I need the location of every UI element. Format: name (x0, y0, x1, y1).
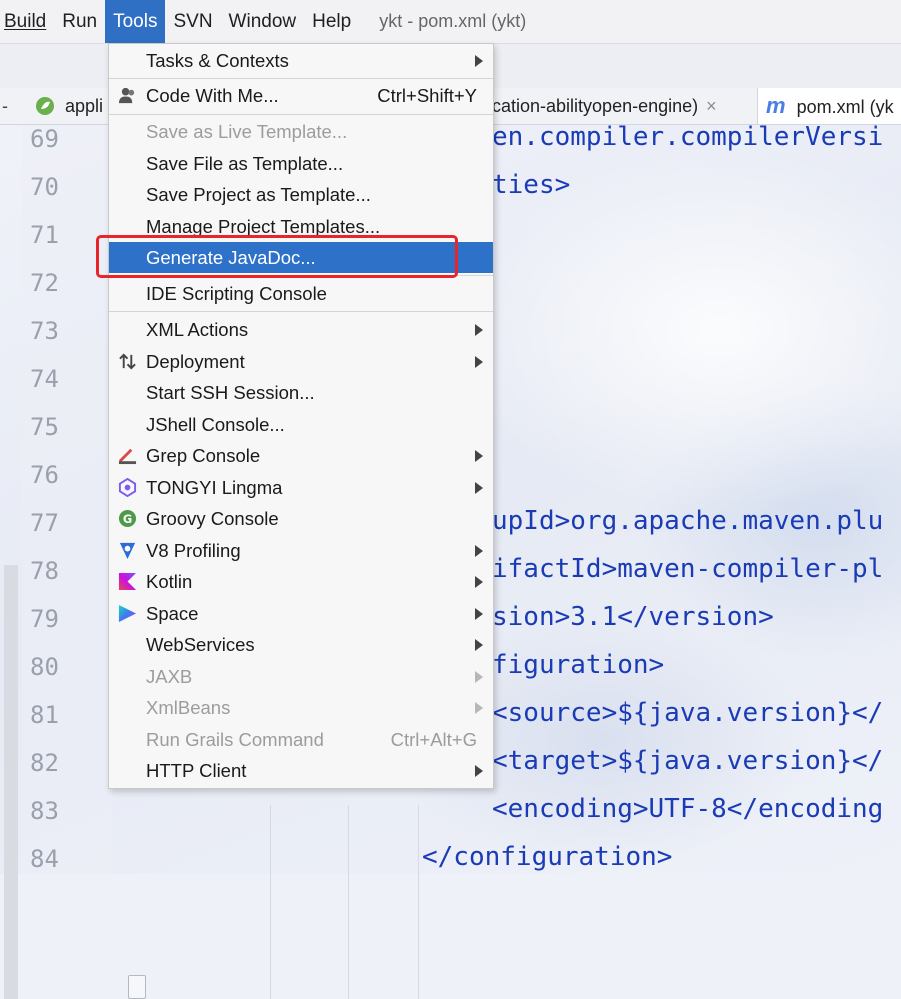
line-number: 84 (30, 845, 59, 873)
line-number: 69 (30, 125, 59, 153)
menu-item-space[interactable]: Space (109, 598, 493, 629)
spring-leaf-icon (36, 97, 54, 115)
line-number: 73 (30, 317, 59, 345)
menu-item-grep-console[interactable]: Grep Console (109, 440, 493, 471)
menu-item-deployment[interactable]: Deployment (109, 346, 493, 377)
menu-item-code-with-me[interactable]: Code With Me... Ctrl+Shift+Y (109, 80, 493, 111)
submenu-arrow-icon (475, 671, 483, 683)
code-line-81: <source>${java.version}</ (492, 698, 884, 728)
line-number: 79 (30, 605, 59, 633)
menu-item-xml-actions[interactable]: XML Actions (109, 314, 493, 345)
submenu-arrow-icon (475, 765, 483, 777)
users-icon (118, 87, 135, 104)
code-line-78: ifactId>maven-compiler-pl (492, 554, 884, 584)
close-icon[interactable]: × (706, 96, 717, 116)
grep-console-icon (118, 448, 137, 465)
line-number: 83 (30, 797, 59, 825)
menu-item-jaxb[interactable]: JAXB (109, 661, 493, 692)
menu-window[interactable]: Window (221, 0, 305, 43)
lingma-icon (118, 478, 137, 497)
tab-bar-collapse-button[interactable]: - (2, 88, 8, 124)
menu-item-v8-profiling[interactable]: V8 Profiling (109, 535, 493, 566)
menu-item-jshell-console[interactable]: JShell Console... (109, 409, 493, 440)
line-number: 76 (30, 461, 59, 489)
code-line-82: <target>${java.version}</ (492, 746, 884, 776)
menu-item-start-ssh[interactable]: Start SSH Session... (109, 377, 493, 408)
menu-item-webservices[interactable]: WebServices (109, 629, 493, 660)
menu-separator (109, 311, 493, 312)
code-line-70: ties> (492, 170, 571, 200)
tab-engine[interactable]: cation-abilityopen-engine) × (492, 88, 717, 124)
line-number: 75 (30, 413, 59, 441)
code-line-83: <encoding>UTF-8</encoding (492, 794, 884, 824)
menu-separator (109, 114, 493, 115)
menu-item-run-grails[interactable]: Run Grails Command Ctrl+Alt+G (109, 724, 493, 755)
tab-application[interactable]: appli (34, 88, 103, 124)
submenu-arrow-icon (475, 55, 483, 67)
menu-item-ide-scripting-console[interactable]: IDE Scripting Console (109, 278, 493, 309)
menu-tools[interactable]: Tools (105, 0, 166, 43)
code-line-69: en.compiler.compilerVersi (492, 122, 884, 152)
indent-guide (418, 805, 419, 999)
code-line-80: figuration> (492, 650, 665, 680)
v8-icon (119, 542, 136, 560)
line-number: 80 (30, 653, 59, 681)
indent-guide (270, 805, 271, 999)
tab-label: appli (65, 96, 104, 116)
red-highlight-box (96, 235, 458, 278)
menu-item-tasks-contexts[interactable]: Tasks & Contexts (109, 45, 493, 76)
menu-item-xmlbeans[interactable]: XmlBeans (109, 692, 493, 723)
line-number: 70 (30, 173, 59, 201)
submenu-arrow-icon (475, 450, 483, 462)
menu-bar: Build Run Tools SVN Window Help ykt - po… (0, 0, 901, 44)
submenu-arrow-icon (475, 576, 483, 588)
menu-separator (109, 78, 493, 79)
code-line-79: sion>3.1</version> (492, 602, 774, 632)
menu-item-save-file-template[interactable]: Save File as Template... (109, 148, 493, 179)
menu-item-http-client[interactable]: HTTP Client (109, 755, 493, 786)
deployment-arrows-icon (119, 353, 136, 370)
line-number: 74 (30, 365, 59, 393)
submenu-arrow-icon (475, 639, 483, 651)
line-number: 78 (30, 557, 59, 585)
menu-run[interactable]: Run (54, 0, 105, 43)
submenu-arrow-icon (475, 545, 483, 557)
left-tool-strip (4, 565, 18, 999)
submenu-arrow-icon (475, 702, 483, 714)
line-number: 82 (30, 749, 59, 777)
menu-help[interactable]: Help (304, 0, 359, 43)
submenu-arrow-icon (475, 324, 483, 336)
tab-label: cation-abilityopen-engine) (492, 96, 699, 116)
menu-build[interactable]: Build (0, 0, 54, 43)
menu-item-save-project-template[interactable]: Save Project as Template... (109, 179, 493, 210)
menu-item-save-live-template[interactable]: Save as Live Template... (109, 116, 493, 147)
code-line-77: upId>org.apache.maven.plu (492, 506, 884, 536)
submenu-arrow-icon (475, 608, 483, 620)
indent-guide (348, 805, 349, 999)
menu-item-groovy-console[interactable]: G Groovy Console (109, 503, 493, 534)
line-number: 72 (30, 269, 59, 297)
code-line-84: </configuration> (422, 842, 673, 872)
menu-item-tongyi-lingma[interactable]: TONGYI Lingma (109, 472, 493, 503)
fold-marker-icon[interactable] (128, 975, 146, 999)
maven-icon: m (766, 93, 786, 118)
space-icon (118, 604, 137, 623)
submenu-arrow-icon (475, 482, 483, 494)
kotlin-icon (118, 572, 137, 591)
menu-svn[interactable]: SVN (165, 0, 220, 43)
groovy-icon: G (118, 509, 137, 528)
tab-pom-xml[interactable]: m pom.xml (yk (757, 88, 901, 124)
line-number: 81 (30, 701, 59, 729)
menu-item-kotlin[interactable]: Kotlin (109, 566, 493, 597)
line-number: 71 (30, 221, 59, 249)
svg-text:G: G (123, 512, 132, 526)
window-title: ykt - pom.xml (ykt) (379, 11, 527, 31)
submenu-arrow-icon (475, 356, 483, 368)
tools-dropdown-menu: Tasks & Contexts Code With Me... Ctrl+Shi… (108, 43, 494, 789)
line-number: 77 (30, 509, 59, 537)
tab-label: pom.xml (yk (796, 97, 894, 117)
